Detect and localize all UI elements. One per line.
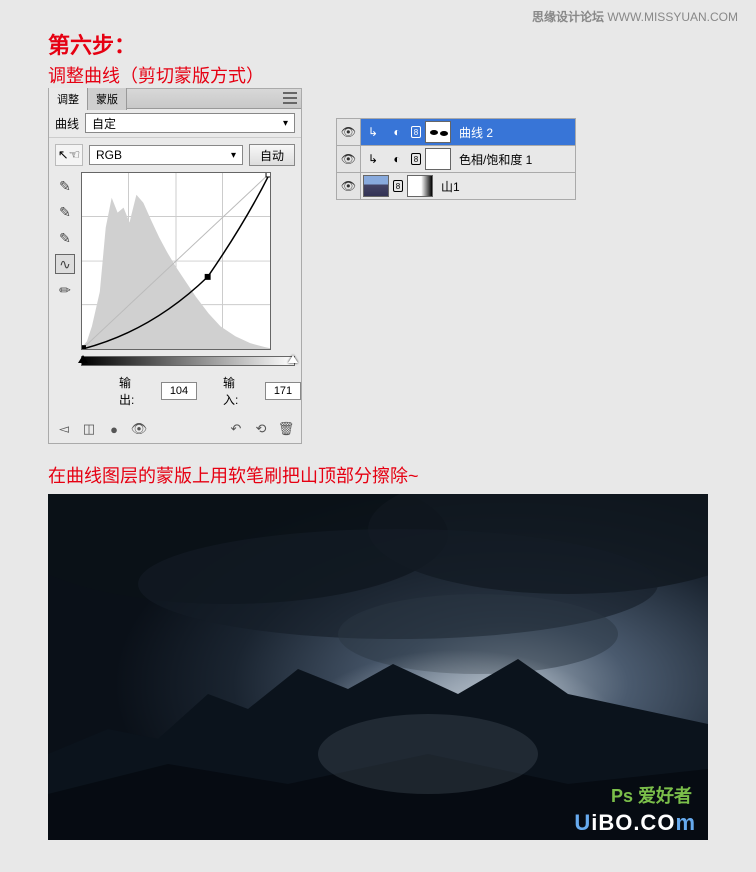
curve-point-highlight[interactable] xyxy=(266,173,270,177)
link-icon: 8 xyxy=(411,153,421,165)
output-value[interactable] xyxy=(161,382,197,400)
curves-panel: 调整 蒙版 曲线 自定 ↖☜ RGB 自动 ✎ ✎ ✎ ∿ ✏ xyxy=(48,88,302,444)
clip-icon[interactable]: ● xyxy=(105,421,123,437)
preset-select[interactable]: 自定 xyxy=(85,113,295,133)
clip-indicator-icon: ↳ xyxy=(364,150,382,168)
io-row: 输出: 输入: xyxy=(49,366,301,408)
black-slider[interactable] xyxy=(78,355,88,363)
link-icon: 8 xyxy=(393,180,403,192)
white-slider[interactable] xyxy=(288,355,298,363)
visibility-icon[interactable]: 👁 xyxy=(130,421,148,437)
reset-icon[interactable]: ⟲ xyxy=(252,421,270,437)
layers-panel: 👁 ↳ ◐ 8 曲线 2 👁 ↳ ◐ 8 色相/饱和度 1 👁 8 山1 xyxy=(336,118,576,199)
layer-thumb[interactable] xyxy=(363,175,389,197)
layer-mask-thumb[interactable] xyxy=(425,148,451,170)
eyedropper-tools: ✎ ✎ ✎ ∿ ✏ xyxy=(55,172,77,350)
output-label: 输出: xyxy=(119,374,135,408)
eyedropper-gray-icon[interactable]: ✎ xyxy=(55,202,75,222)
instruction-text: 在曲线图层的蒙版上用软笔刷把山顶部分擦除~ xyxy=(48,462,419,488)
channel-row: ↖☜ RGB 自动 xyxy=(49,138,301,168)
link-icon: 8 xyxy=(411,126,421,138)
visibility-toggle-icon[interactable]: 👁 xyxy=(337,173,361,199)
clip-indicator-icon: ↳ xyxy=(364,123,382,141)
return-icon[interactable]: ◅ xyxy=(55,421,73,437)
input-value[interactable] xyxy=(265,382,301,400)
tab-adjustments[interactable]: 调整 xyxy=(49,88,88,110)
input-label: 输入: xyxy=(223,374,239,408)
curve-point-mid[interactable] xyxy=(205,274,211,280)
tab-masks[interactable]: 蒙版 xyxy=(88,88,127,110)
preset-row: 曲线 自定 xyxy=(49,109,301,138)
eyedropper-black-icon[interactable]: ✎ xyxy=(55,176,75,196)
site-watermark: UUiBO.COmiBO.COm xyxy=(574,810,696,836)
auto-button[interactable]: 自动 xyxy=(249,144,295,166)
eyedropper-white-icon[interactable]: ✎ xyxy=(55,228,75,248)
result-image: Ps 爱好者 UUiBO.COmiBO.COm xyxy=(48,494,708,840)
trash-icon[interactable]: 🗑 xyxy=(277,421,295,437)
layer-row-huesat[interactable]: 👁 ↳ ◐ 8 色相/饱和度 1 xyxy=(336,145,576,173)
adjustment-icon: ◐ xyxy=(388,123,406,141)
layer-name[interactable]: 色相/饱和度 1 xyxy=(459,151,532,168)
preset-label: 曲线 xyxy=(55,115,85,132)
target-adjust-icon[interactable]: ↖☜ xyxy=(55,144,83,166)
step-title: 第六步： xyxy=(48,28,136,60)
curves-graph[interactable] xyxy=(81,172,271,350)
curve-tool-icon[interactable]: ∿ xyxy=(55,254,75,274)
curve-point-shadow[interactable] xyxy=(82,345,86,349)
watermark: 思缘设计论坛 WWW.MISSYUAN.COM xyxy=(532,8,738,25)
panel-tabbar: 调整 蒙版 xyxy=(49,89,301,109)
layer-name[interactable]: 曲线 2 xyxy=(459,124,493,141)
pencil-tool-icon[interactable]: ✏ xyxy=(55,280,75,300)
layer-row-mountain[interactable]: 👁 8 山1 xyxy=(336,172,576,200)
channel-select[interactable]: RGB xyxy=(89,145,243,165)
layer-row-curves2[interactable]: 👁 ↳ ◐ 8 曲线 2 xyxy=(336,118,576,146)
input-gradient[interactable] xyxy=(81,356,295,366)
visibility-toggle-icon[interactable]: 👁 xyxy=(337,146,361,172)
ps-watermark: Ps 爱好者 xyxy=(611,782,692,808)
layer-mask-thumb[interactable] xyxy=(407,175,433,197)
panel-menu-icon[interactable] xyxy=(283,92,297,104)
step-subtitle: 调整曲线（剪切蒙版方式） xyxy=(48,62,264,88)
prev-state-icon[interactable]: ↶ xyxy=(227,421,245,437)
expand-icon[interactable]: ◫ xyxy=(80,421,98,437)
panel-bottom-tools: ◅ ◫ ● 👁 ↶ ⟲ 🗑 xyxy=(55,421,295,437)
adjustment-icon: ◐ xyxy=(388,150,406,168)
layer-mask-thumb[interactable] xyxy=(425,121,451,143)
visibility-toggle-icon[interactable]: 👁 xyxy=(337,119,361,145)
layer-name[interactable]: 山1 xyxy=(441,178,460,195)
